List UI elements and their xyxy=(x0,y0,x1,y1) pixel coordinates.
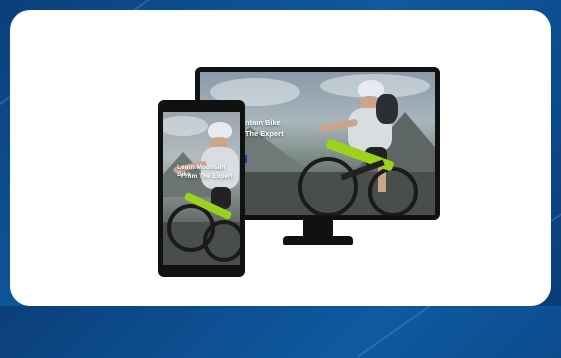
tablet-screen: Learn Mountain Bike From The Expert xyxy=(163,112,240,265)
tablet-hero-title-line2: From The Expert xyxy=(181,173,233,180)
tablet-mockup: Learn Mountain Bike From The Expert xyxy=(158,100,245,277)
monitor-stand-base xyxy=(283,236,353,245)
bike-front-wheel xyxy=(298,157,358,215)
bike-rear-wheel xyxy=(368,167,418,215)
bike-rear-wheel xyxy=(203,220,240,262)
